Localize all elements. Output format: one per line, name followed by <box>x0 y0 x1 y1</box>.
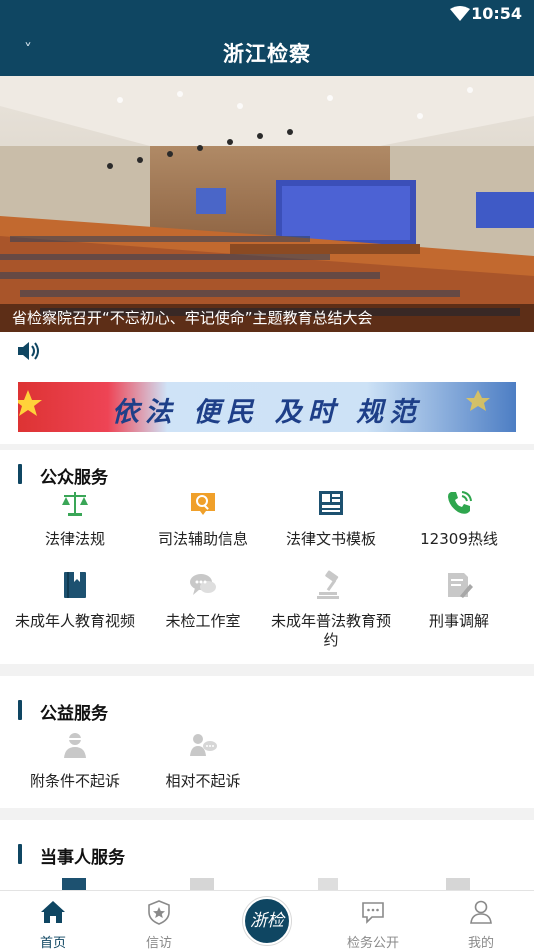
service-label: 未检工作室 <box>165 612 241 630</box>
tab-mine[interactable]: 我的 <box>428 891 534 949</box>
news-banner[interactable]: 省检察院召开“不忘初心、牢记使命”主题教育总结大会 <box>0 76 534 332</box>
tab-label: 首页 <box>39 936 66 949</box>
tab-procuratorial-affairs[interactable]: 检务公开 <box>320 891 426 949</box>
edit-doc-icon <box>448 573 473 598</box>
tab-label: 信访 <box>145 936 172 949</box>
template-icon <box>319 491 343 515</box>
service-mediation[interactable]: 刑事调解 <box>395 570 523 631</box>
service-label: 刑事调解 <box>428 612 489 630</box>
service-label: 未成年普法教育预约 <box>270 612 391 649</box>
section-title: 公众服务 <box>40 468 108 488</box>
wifi-icon <box>450 6 470 21</box>
banner-caption: 省检察院召开“不忘初心、牢记使命”主题教育总结大会 <box>0 304 534 332</box>
book-icon <box>62 878 86 890</box>
book-icon <box>64 572 86 598</box>
person-chat-icon <box>190 734 217 756</box>
banner-photo <box>0 76 534 332</box>
party-services-section: 当事人服务 <box>0 820 534 890</box>
service-relative-non-prosecution[interactable]: 相对不起诉 <box>139 730 267 791</box>
service-law-education[interactable]: 未成年普法教育预约 <box>267 570 395 650</box>
file-icon <box>318 878 338 890</box>
chat-icon <box>190 574 216 595</box>
section-accent-bar <box>18 844 22 864</box>
home-icon <box>41 901 65 923</box>
status-bar: 10:54 <box>0 0 534 28</box>
service-templates[interactable]: 法律文书模板 <box>267 488 395 549</box>
zhejian-logo[interactable]: 浙检 <box>243 897 291 945</box>
page-title: 浙江检察 <box>223 42 311 66</box>
gavel-icon <box>317 570 339 599</box>
status-time: 10:54 <box>471 4 522 23</box>
service-judicial-info[interactable]: 司法辅助信息 <box>139 488 267 549</box>
slogan-text: 依法 便民 及时 规范 <box>111 397 423 428</box>
tab-label: 检务公开 <box>346 936 399 949</box>
scales-icon <box>62 492 88 516</box>
service-label: 法律法规 <box>44 530 105 548</box>
badge-star-icon <box>148 900 170 925</box>
speaker-icon <box>18 342 39 360</box>
service-label: 相对不起诉 <box>165 772 241 790</box>
section-accent-bar <box>18 464 22 484</box>
service-label: 12309热线 <box>420 530 498 548</box>
person-icon <box>64 733 86 758</box>
service-label: 法律文书模板 <box>285 530 376 548</box>
service-label: 未成年人教育视频 <box>14 612 135 630</box>
section-accent-bar <box>18 700 22 720</box>
document-icon <box>190 878 214 890</box>
service-label: 附条件不起诉 <box>29 772 120 790</box>
notice-bar[interactable] <box>0 332 534 372</box>
tab-home[interactable]: 首页 <box>0 891 106 949</box>
tab-petition[interactable]: 信访 <box>106 891 212 949</box>
section-title: 当事人服务 <box>40 848 125 868</box>
tab-label: 我的 <box>467 936 494 949</box>
service-youth-videos[interactable]: 未成年人教育视频 <box>11 570 139 631</box>
party-services-icons-peek <box>0 878 534 890</box>
public-services-section: 公众服务 法律法规 司法辅助信息 法律文书模板 12309热线 未成年人教育视频… <box>0 450 534 664</box>
service-hotline[interactable]: 12309热线 <box>395 488 523 549</box>
user-icon <box>470 900 492 924</box>
service-laws[interactable]: 法律法规 <box>11 488 139 549</box>
service-label: 司法辅助信息 <box>157 530 248 548</box>
service-conditional-non-prosecution[interactable]: 附条件不起诉 <box>11 730 139 791</box>
phone-icon <box>448 491 472 514</box>
slogan-banner[interactable]: 依法 便民 及时 规范 <box>0 372 534 444</box>
welfare-services-section: 公益服务 附条件不起诉 相对不起诉 <box>0 676 534 808</box>
app-bar: ˅ 浙江检察 <box>0 28 534 76</box>
search-doc-icon <box>191 493 215 515</box>
mail-icon <box>446 878 470 890</box>
service-youth-studio[interactable]: 未检工作室 <box>139 570 267 631</box>
slogan-image: 依法 便民 及时 规范 <box>18 382 516 432</box>
message-icon <box>362 902 384 924</box>
section-title: 公益服务 <box>40 704 108 724</box>
